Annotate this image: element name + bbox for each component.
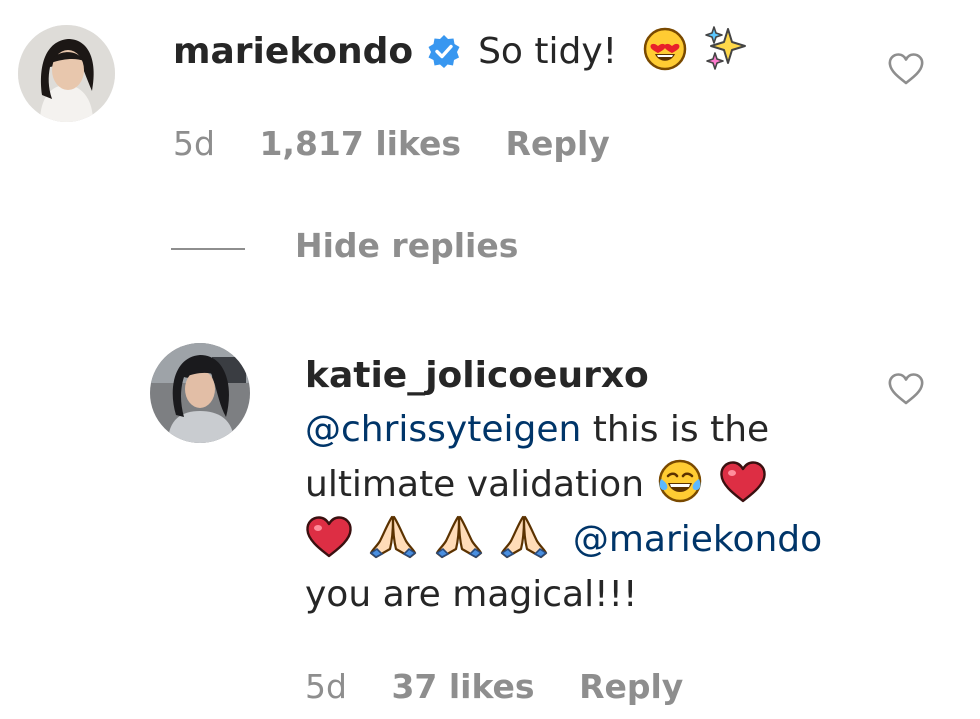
reply-timestamp[interactable]: 5d [305,667,347,706]
folded-hands-emoji-icon [368,513,418,559]
comment-meta: 5d 1,817 likes Reply [173,124,644,163]
profile-photo-icon [18,25,115,122]
like-heart-icon[interactable] [887,52,925,86]
folded-hands-emoji-icon [499,513,549,559]
red-heart-emoji-icon [305,515,353,559]
hide-replies-button[interactable]: Hide replies [295,226,518,265]
verified-badge-icon [427,34,461,68]
reply-body-part2: you are magical!!! [305,574,638,615]
comment-likes[interactable]: 1,817 likes [259,124,461,163]
like-heart-icon[interactable] [887,372,925,406]
red-heart-emoji-icon [719,460,767,504]
tears-of-joy-emoji-icon [657,458,703,504]
comment-body: So tidy! [478,31,618,72]
reply-likes[interactable]: 37 likes [391,667,534,706]
reply-button[interactable]: Reply [579,667,683,706]
comment-text: mariekondo So tidy! [173,24,750,80]
folded-hands-emoji-icon [434,513,484,559]
reply-username[interactable]: katie_jolicoeurxo [305,348,649,404]
reply-avatar[interactable] [150,343,250,443]
heart-eyes-emoji-icon [643,27,687,71]
comment-username[interactable]: mariekondo [173,31,413,72]
avatar[interactable] [18,25,115,122]
mention-link[interactable]: @mariekondo [573,519,822,560]
replies-divider [171,248,245,250]
reply-meta: 5d 37 likes Reply [305,667,717,706]
mention-link[interactable]: @chrissyteigen [305,409,581,450]
reply-button[interactable]: Reply [506,124,610,163]
sparkles-emoji-icon [704,25,750,71]
profile-photo-icon [150,343,250,443]
reply-text: @chrissyteigen this is the ultimate vali… [305,402,865,622]
comment-timestamp[interactable]: 5d [173,124,215,163]
